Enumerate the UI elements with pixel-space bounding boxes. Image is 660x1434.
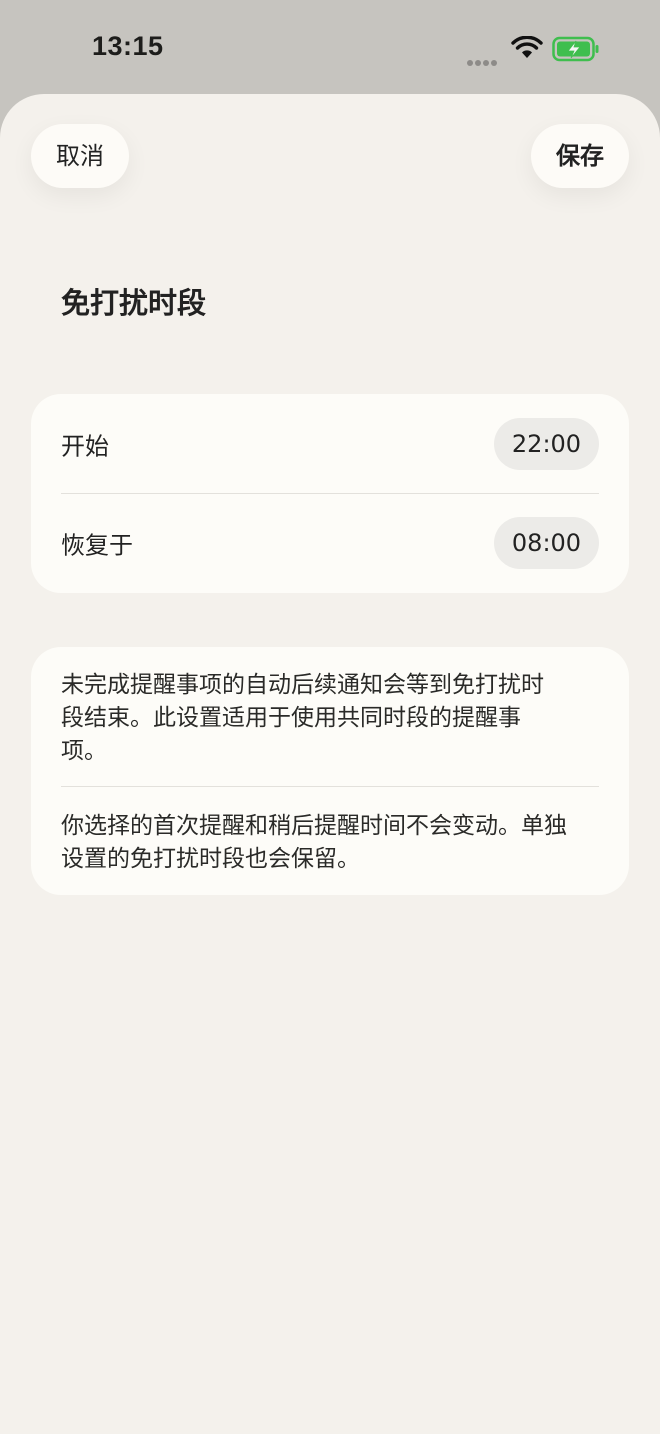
info-paragraph-2: 你选择的首次提醒和稍后提醒时间不会变动。单独设置的免打扰时段也会保留。 <box>61 813 567 872</box>
cancel-button[interactable]: 取消 <box>31 124 129 188</box>
start-label: 开始 <box>61 432 109 461</box>
schedule-card: 开始 22:00 恢复于 08:00 <box>31 394 629 593</box>
divider <box>61 786 599 787</box>
battery-charging-icon <box>552 36 600 66</box>
start-row: 开始 22:00 <box>61 394 599 494</box>
resume-row: 恢复于 08:00 <box>61 493 599 593</box>
info-paragraph-1: 未完成提醒事项的自动后续通知会等到免打扰时段结束。此设置适用于使用共同时段的提醒… <box>61 672 544 764</box>
modal-sheet: 取消 保存 免打扰时段 开始 22:00 恢复于 08:00 未完成提醒事项的自… <box>0 94 660 1434</box>
resume-label: 恢复于 <box>61 531 133 560</box>
page-title: 免打扰时段 <box>61 286 207 320</box>
info-card: 未完成提醒事项的自动后续通知会等到免打扰时段结束。此设置适用于使用共同时段的提醒… <box>31 647 629 895</box>
start-time-picker[interactable]: 22:00 <box>494 418 599 470</box>
status-time: 13:15 <box>92 31 164 61</box>
save-button[interactable]: 保存 <box>531 124 629 188</box>
resume-time-picker[interactable]: 08:00 <box>494 517 599 569</box>
wifi-icon <box>511 35 543 64</box>
cellular-signal-icon <box>467 51 499 70</box>
status-bar: 13:15 <box>0 0 660 94</box>
